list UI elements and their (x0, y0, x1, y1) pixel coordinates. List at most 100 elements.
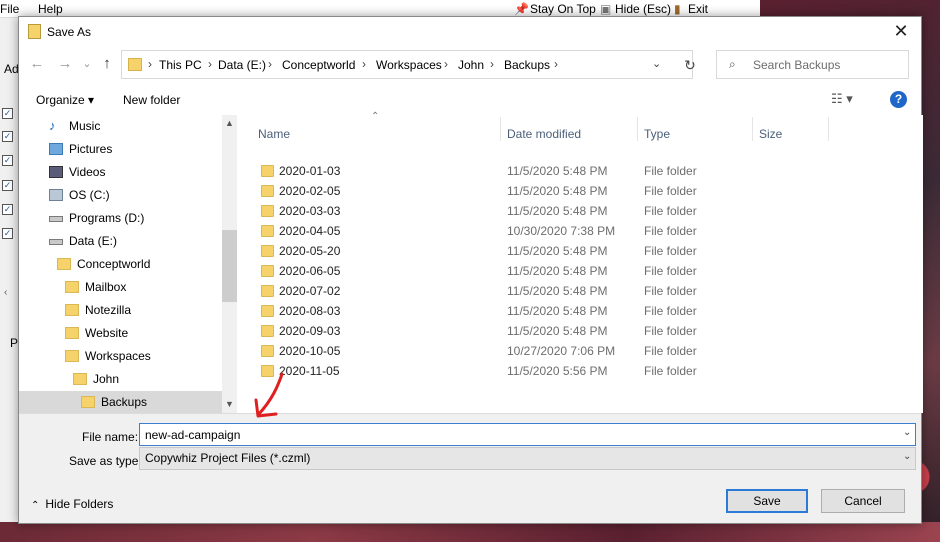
breadcrumb-separator[interactable]: › (268, 57, 272, 71)
background-checkbox[interactable]: ✓ (2, 131, 13, 142)
refresh-icon[interactable]: ↻ (678, 53, 702, 77)
forward-arrow-icon[interactable]: → (55, 54, 75, 74)
breadcrumb-john[interactable]: John (458, 58, 484, 72)
list-item[interactable]: 2020-04-05 10/30/2020 7:38 PM File folde… (247, 221, 847, 241)
nav-item-music[interactable]: ♪ Music (49, 115, 237, 137)
nav-item-mailbox[interactable]: Mailbox (65, 276, 237, 298)
drive-icon (49, 239, 63, 245)
nav-item-pictures[interactable]: Pictures (49, 138, 237, 160)
nav-item-conceptworld[interactable]: Conceptworld (57, 253, 237, 275)
nav-item-notezilla[interactable]: Notezilla (65, 299, 237, 321)
videos-icon (49, 166, 63, 178)
file-name-input[interactable] (139, 423, 916, 446)
scroll-up-icon[interactable]: ▲ (222, 118, 237, 128)
drive-icon (49, 189, 63, 201)
folder-icon (65, 304, 79, 316)
music-icon: ♪ (49, 118, 56, 133)
organize-button[interactable]: Organize ▾ (36, 93, 94, 107)
folder-icon (65, 281, 79, 293)
nav-item-website[interactable]: Website (65, 322, 237, 344)
dialog-titlebar[interactable]: Save As ✕ (19, 17, 921, 47)
background-checkbox[interactable]: ✓ (2, 155, 13, 166)
back-arrow-icon[interactable]: ← (27, 54, 47, 74)
column-divider[interactable] (752, 117, 753, 141)
breadcrumb-separator[interactable]: › (148, 57, 152, 71)
column-divider[interactable] (828, 117, 829, 141)
breadcrumb-separator[interactable]: › (208, 57, 212, 71)
breadcrumb-this-pc[interactable]: This PC (159, 58, 202, 72)
folder-icon (261, 285, 274, 297)
hide-folders-button[interactable]: ⌃ Hide Folders (31, 497, 113, 511)
list-item[interactable]: 2020-01-03 11/5/2020 5:48 PM File folder (247, 161, 847, 181)
breadcrumb-workspaces[interactable]: Workspaces (376, 58, 442, 72)
save-as-type-dropdown-icon[interactable]: ⌄ (903, 451, 911, 462)
list-item[interactable]: 2020-08-03 11/5/2020 5:48 PM File folder (247, 301, 847, 321)
column-header-type[interactable]: Type (644, 127, 670, 141)
nav-item-workspaces[interactable]: Workspaces (65, 345, 237, 367)
view-options-icon[interactable]: ☷ ▾ (831, 91, 853, 107)
nav-item-john[interactable]: John (73, 368, 237, 390)
hide-icon: ▣ (600, 2, 612, 16)
nav-item-data-e[interactable]: Data (E:) (49, 230, 237, 252)
hide-folders-label: Hide Folders (45, 497, 114, 511)
breadcrumb-backups[interactable]: Backups (504, 58, 550, 72)
save-button[interactable]: Save (726, 489, 808, 513)
help-icon[interactable]: ? (890, 91, 907, 108)
up-arrow-icon[interactable]: ↑ (97, 54, 117, 74)
list-item[interactable]: 2020-10-05 10/27/2020 7:06 PM File folde… (247, 341, 847, 361)
menu-file[interactable]: File (0, 2, 19, 16)
column-header-size[interactable]: Size (759, 127, 782, 141)
column-header-name[interactable]: Name (258, 127, 290, 141)
breadcrumb-separator[interactable]: › (554, 57, 558, 71)
background-scroll-left-icon[interactable]: ‹ (4, 287, 7, 298)
folder-icon (73, 373, 87, 385)
breadcrumb-conceptworld[interactable]: Conceptworld (282, 58, 355, 72)
scroll-down-icon[interactable]: ▼ (222, 399, 237, 409)
exit-button[interactable]: Exit (688, 2, 708, 16)
search-box[interactable]: ⌕ Search Backups (716, 50, 909, 79)
background-checkbox[interactable]: ✓ (2, 180, 13, 191)
chevron-up-icon: ⌃ (31, 500, 40, 511)
list-item[interactable]: 2020-02-05 11/5/2020 5:48 PM File folder (247, 181, 847, 201)
address-bar[interactable]: › This PC › Data (E:) › Conceptworld › W… (121, 50, 693, 79)
recent-dropdown-icon[interactable]: ⌄ (77, 54, 97, 74)
new-folder-button[interactable]: New folder (123, 93, 180, 107)
folder-icon (261, 185, 274, 197)
list-item[interactable]: 2020-03-03 11/5/2020 5:48 PM File folder (247, 201, 847, 221)
breadcrumb-separator[interactable]: › (362, 57, 366, 71)
file-name-label: File name: (82, 430, 139, 444)
nav-item-programs-d[interactable]: Programs (D:) (49, 207, 237, 229)
menu-help[interactable]: Help (38, 2, 63, 16)
list-item[interactable]: 2020-11-05 11/5/2020 5:56 PM File folder (247, 361, 847, 381)
list-item[interactable]: 2020-07-02 11/5/2020 5:48 PM File folder (247, 281, 847, 301)
pictures-icon (49, 143, 63, 155)
breadcrumb-data-e[interactable]: Data (E:) (218, 58, 266, 72)
address-dropdown-icon[interactable]: ⌄ (652, 57, 661, 70)
breadcrumb-separator[interactable]: › (444, 57, 448, 71)
background-checkbox[interactable]: ✓ (2, 108, 13, 119)
background-checkbox[interactable]: ✓ (2, 228, 13, 239)
nav-scrollbar-thumb[interactable] (222, 230, 237, 302)
column-divider[interactable] (500, 117, 501, 141)
file-name-dropdown-icon[interactable]: ⌄ (903, 427, 911, 438)
cancel-button[interactable]: Cancel (821, 489, 905, 513)
folder-icon (65, 327, 79, 339)
desktop-wallpaper-bottom (0, 522, 940, 542)
dialog-title: Save As (47, 25, 92, 39)
list-item[interactable]: 2020-05-20 11/5/2020 5:48 PM File folder (247, 241, 847, 261)
hide-button[interactable]: Hide (Esc) (615, 2, 671, 16)
background-checkbox[interactable]: ✓ (2, 204, 13, 215)
close-button[interactable]: ✕ (889, 20, 913, 44)
list-item[interactable]: 2020-09-03 11/5/2020 5:48 PM File folder (247, 321, 847, 341)
nav-item-videos[interactable]: Videos (49, 161, 237, 183)
folder-icon (261, 325, 274, 337)
breadcrumb-separator[interactable]: › (490, 57, 494, 71)
save-as-type-select[interactable]: Copywhiz Project Files (*.czml) (139, 447, 916, 470)
nav-item-backups[interactable]: Backups (19, 391, 222, 413)
list-item[interactable]: 2020-06-05 11/5/2020 5:48 PM File folder (247, 261, 847, 281)
file-list: ⌃ Name Date modified Type Size 2020-01-0… (247, 111, 923, 413)
column-divider[interactable] (637, 117, 638, 141)
column-header-date[interactable]: Date modified (507, 127, 581, 141)
stay-on-top-button[interactable]: Stay On Top (530, 2, 596, 16)
nav-item-os-c[interactable]: OS (C:) (49, 184, 237, 206)
